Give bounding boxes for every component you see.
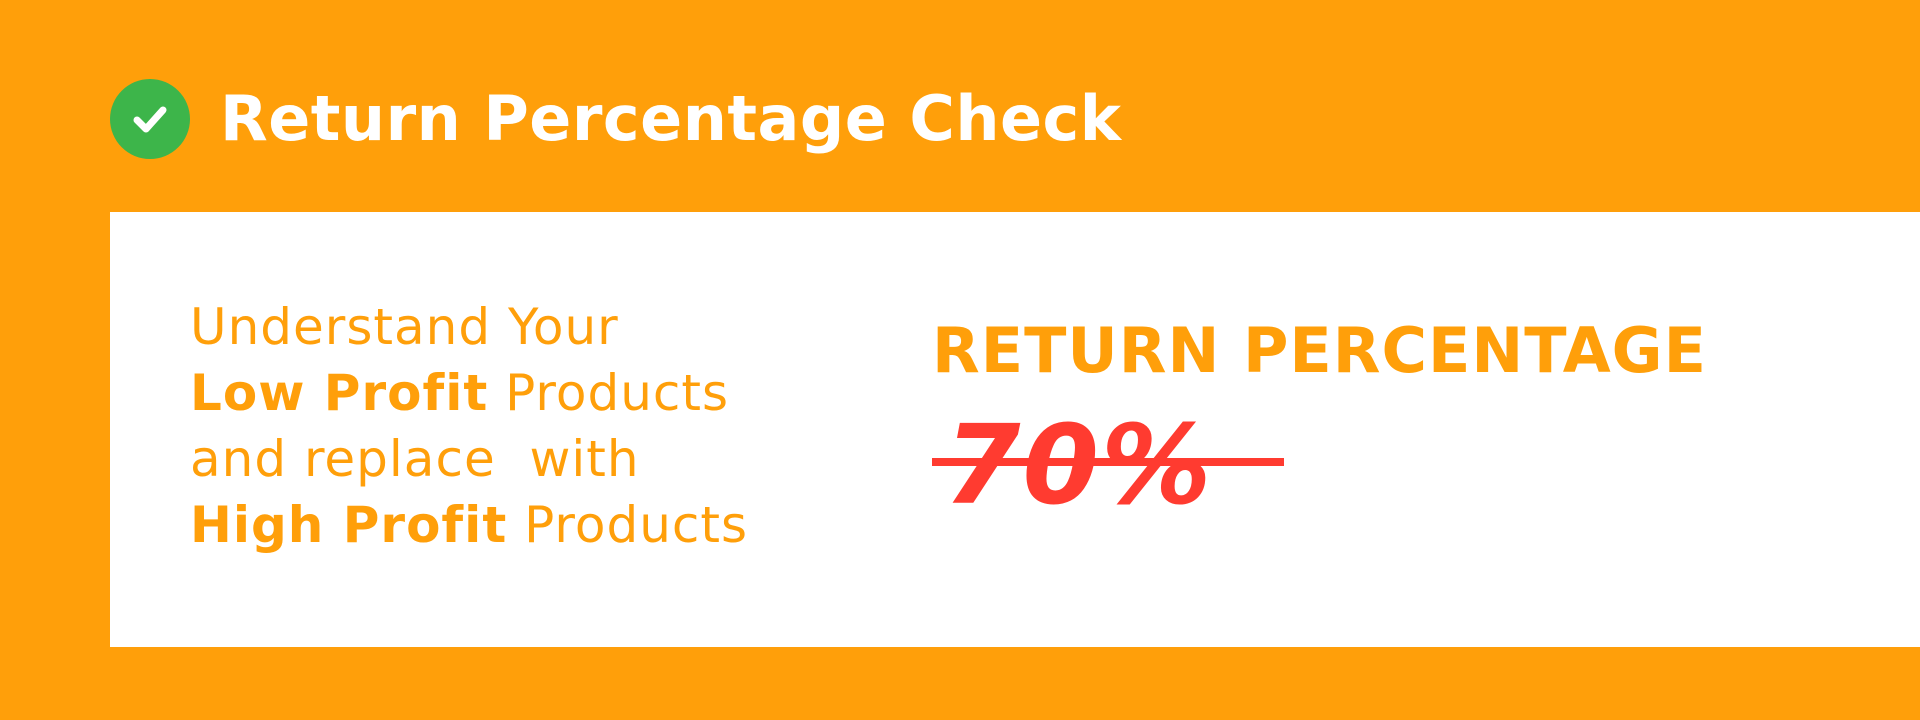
content-panel: Understand Your Low Profit Products and …	[110, 212, 1920, 647]
strikethrough-line	[932, 458, 1284, 466]
page-title: Return Percentage Check	[220, 82, 1122, 155]
tagline-low-profit: Low Profit	[190, 364, 489, 422]
tagline-line-1: Understand Your	[190, 298, 619, 356]
tagline-products-1: Products	[488, 364, 730, 422]
tagline-high-profit: High Profit	[190, 496, 508, 554]
tagline-products-2: Products	[507, 496, 749, 554]
header: Return Percentage Check	[110, 78, 1122, 160]
return-percentage-stat: RETURN PERCENTAGE 70%	[932, 320, 1852, 522]
tagline-line-2: Low Profit Products	[190, 360, 890, 426]
checkmark-icon	[133, 106, 167, 133]
check-circle-icon	[110, 79, 190, 159]
stat-value-container: 70%	[932, 410, 1302, 522]
tagline-line-3: and replace with	[190, 430, 640, 488]
stat-label: RETURN PERCENTAGE	[932, 314, 1707, 387]
tagline: Understand Your Low Profit Products and …	[190, 294, 890, 558]
tagline-line-4: High Profit Products	[190, 492, 890, 558]
